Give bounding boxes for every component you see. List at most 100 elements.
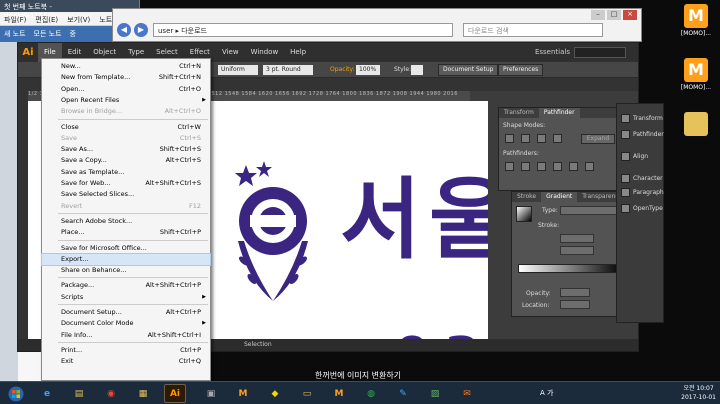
- menu-item-document-setup[interactable]: Document Setup... Alt+Ctrl+P: [42, 307, 210, 318]
- menu-item-save-for-microsoft-office[interactable]: Save for Microsoft Office...: [42, 243, 210, 254]
- ime-indicator[interactable]: A 가: [540, 388, 553, 398]
- unite-icon[interactable]: [505, 134, 514, 143]
- taskbar-memo[interactable]: M: [232, 384, 254, 403]
- menu-item-document-color-mode[interactable]: Document Color Mode ▶: [42, 318, 210, 329]
- menu-item-scripts[interactable]: Scripts ▶: [42, 292, 210, 303]
- opentype-icon: [621, 204, 630, 213]
- menu-item-save[interactable]: Save Ctrl+S: [42, 133, 210, 144]
- dock-transform[interactable]: Transform: [621, 114, 663, 123]
- menu-item-browse-in-bridge[interactable]: Browse in Bridge... Alt+Ctrl+O: [42, 106, 210, 117]
- opacity-input[interactable]: 100%: [356, 65, 380, 75]
- dock-pathfinder[interactable]: Pathfinder: [621, 130, 664, 139]
- desktop-icon-momo-2[interactable]: M [MOMO]...: [680, 58, 712, 91]
- artwork-title-text: 서울: [340, 168, 488, 271]
- menu-help[interactable]: Help: [284, 43, 312, 62]
- menu-item-open-recent-files[interactable]: Open Recent Files ▶: [42, 95, 210, 106]
- gradient-slider[interactable]: [518, 264, 624, 273]
- menu-item-share-on-behance[interactable]: Share on Behance...: [42, 265, 210, 276]
- menu-item-close[interactable]: Close Ctrl+W: [42, 122, 210, 133]
- taskbar-line[interactable]: ◍: [360, 384, 382, 403]
- taskbar-kakao[interactable]: ◆: [264, 384, 286, 403]
- memo-menu-file[interactable]: 파일(F): [4, 15, 26, 24]
- taskbar-chrome[interactable]: ◉: [100, 384, 122, 403]
- menu-item-save-for-web[interactable]: Save for Web... Alt+Shift+Ctrl+S: [42, 178, 210, 189]
- tab-stroke[interactable]: Stroke: [512, 192, 541, 202]
- menu-item-place[interactable]: Place... Shift+Ctrl+P: [42, 227, 210, 238]
- all-notes-button[interactable]: 모든 노트: [34, 29, 62, 39]
- menu-item-save-as-template[interactable]: Save as Template...: [42, 167, 210, 178]
- taskbar-photo[interactable]: ▨: [424, 384, 446, 403]
- minus-front-icon[interactable]: [521, 134, 530, 143]
- dock-character[interactable]: Character: [621, 174, 663, 183]
- gradient-opacity-input[interactable]: [560, 288, 590, 297]
- taskbar-ie[interactable]: e: [36, 384, 58, 403]
- gradient-angle-input[interactable]: [560, 234, 594, 243]
- stock-search-input[interactable]: [574, 47, 626, 58]
- divide-icon[interactable]: [505, 162, 514, 171]
- stroke-profile-select[interactable]: 3 pt. Round: [263, 65, 313, 75]
- taskbar-files[interactable]: ▦: [132, 384, 154, 403]
- minimize-icon[interactable]: –: [591, 10, 605, 20]
- workspace-switcher[interactable]: Essentials: [535, 48, 570, 56]
- outline-icon[interactable]: [569, 162, 578, 171]
- desktop-icon-momo-1[interactable]: M [MOMO]...: [680, 4, 712, 37]
- intersect-icon[interactable]: [537, 134, 546, 143]
- taskbar-explorer[interactable]: ▤: [68, 384, 90, 403]
- forward-arrow-icon[interactable]: ▶: [134, 23, 148, 37]
- menu-item-new[interactable]: New... Ctrl+N: [42, 61, 210, 72]
- dock-paragraph[interactable]: Paragraph: [621, 188, 664, 197]
- tab-pathfinder[interactable]: Pathfinder: [538, 108, 580, 118]
- memo-toolbar-extra[interactable]: 중: [70, 29, 76, 39]
- menu-item-package[interactable]: Package... Alt+Shift+Ctrl+P: [42, 280, 210, 291]
- menu-item-search-adobe-stock[interactable]: Search Adobe Stock...: [42, 216, 210, 227]
- desktop-icon-folder[interactable]: [680, 112, 712, 138]
- taskbar-mail[interactable]: ✉: [456, 384, 478, 403]
- menu-view[interactable]: View: [216, 43, 245, 62]
- menu-item-revert[interactable]: Revert F12: [42, 201, 210, 212]
- taskbar-folder[interactable]: ▭: [296, 384, 318, 403]
- memo-menu-edit[interactable]: 편집(E): [35, 15, 58, 24]
- opacity-label: Opacity:: [330, 66, 355, 73]
- menu-item-new-from-template[interactable]: New from Template... Shift+Ctrl+N: [42, 72, 210, 83]
- menu-item-save-selected-slices[interactable]: Save Selected Slices...: [42, 189, 210, 200]
- crop-icon[interactable]: [553, 162, 562, 171]
- taskbar-notes[interactable]: ✎: [392, 384, 414, 403]
- menu-item-export[interactable]: Export...: [41, 252, 211, 266]
- explorer-search-input[interactable]: 다운로드 검색: [463, 23, 603, 37]
- back-arrow-icon[interactable]: ◀: [117, 23, 131, 37]
- minus-back-icon[interactable]: [585, 162, 594, 171]
- address-bar[interactable]: user ▸ 다운로드: [153, 23, 453, 37]
- document-setup-button[interactable]: Document Setup: [438, 64, 499, 76]
- system-clock[interactable]: 오전 10:07 2017-10-01: [681, 384, 716, 402]
- gradient-swatch[interactable]: [516, 206, 532, 222]
- new-note-button[interactable]: 새 노트: [4, 29, 26, 39]
- taskbar-illustrator[interactable]: Ai: [164, 384, 186, 403]
- menu-item-save-a-copy[interactable]: Save a Copy... Alt+Ctrl+S: [42, 155, 210, 166]
- menu-item-print[interactable]: Print... Ctrl+P: [42, 345, 210, 356]
- taskbar-momo[interactable]: M: [328, 384, 350, 403]
- tab-transform[interactable]: Transform: [499, 108, 539, 118]
- exclude-icon[interactable]: [553, 134, 562, 143]
- menu-window[interactable]: Window: [245, 43, 285, 62]
- close-icon[interactable]: ×: [623, 10, 637, 20]
- gradient-type-select[interactable]: [560, 206, 620, 215]
- menu-item-open[interactable]: Open... Ctrl+O: [42, 84, 210, 95]
- dock-opentype[interactable]: OpenType: [621, 204, 663, 213]
- taskbar-media[interactable]: ▣: [200, 384, 222, 403]
- menu-item-file-info[interactable]: File Info... Alt+Shift+Ctrl+I: [42, 330, 210, 341]
- menu-item-exit[interactable]: Exit Ctrl+Q: [42, 356, 210, 367]
- memo-menu-view[interactable]: 보기(V): [67, 15, 90, 24]
- maximize-icon[interactable]: □: [607, 10, 621, 20]
- uniform-select[interactable]: Uniform: [218, 65, 258, 75]
- tab-gradient[interactable]: Gradient: [541, 192, 578, 202]
- start-button[interactable]: [4, 384, 28, 403]
- dock-align[interactable]: Align: [621, 152, 648, 161]
- gradient-aspect-input[interactable]: [560, 246, 594, 255]
- gradient-location-input[interactable]: [560, 300, 590, 309]
- style-swatch[interactable]: [411, 65, 423, 75]
- menu-item-save-as[interactable]: Save As... Shift+Ctrl+S: [42, 144, 210, 155]
- trim-icon[interactable]: [521, 162, 530, 171]
- expand-button[interactable]: Expand: [581, 134, 615, 144]
- merge-icon[interactable]: [537, 162, 546, 171]
- preferences-button[interactable]: Preferences: [498, 64, 544, 76]
